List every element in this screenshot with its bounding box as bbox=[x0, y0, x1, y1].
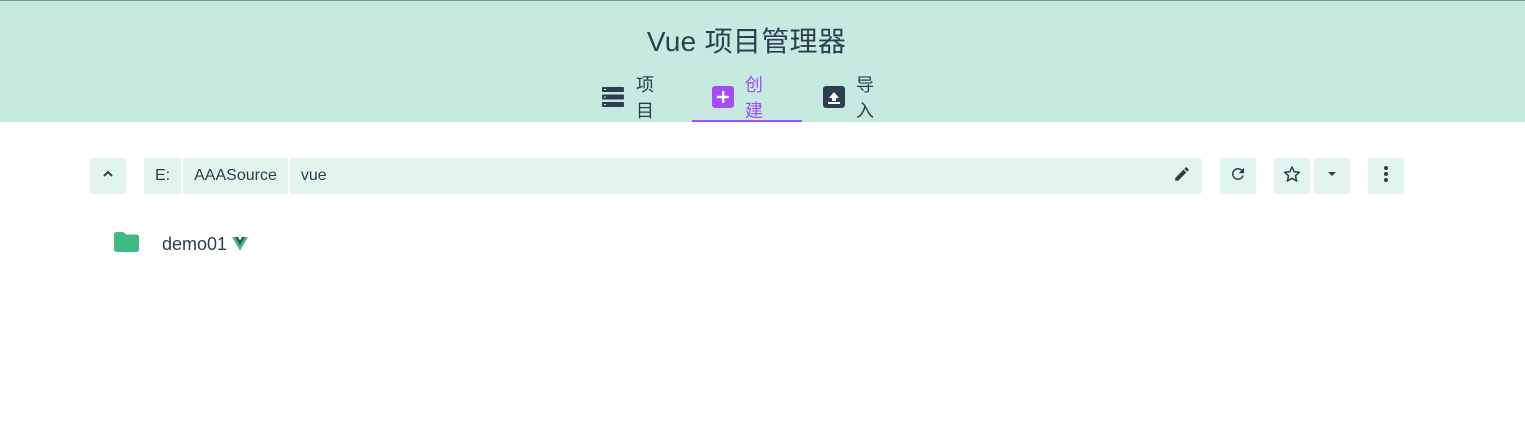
edit-path-button[interactable] bbox=[1170, 158, 1194, 194]
path-segment-drive[interactable]: E: bbox=[144, 158, 184, 194]
app-header: Vue 项目管理器 项目 创建 导入 bbox=[0, 0, 1525, 122]
chevron-up-icon bbox=[101, 167, 115, 186]
more-options-button[interactable] bbox=[1368, 158, 1404, 194]
caret-down-icon bbox=[1326, 167, 1338, 185]
path-segment-vue[interactable]: vue bbox=[290, 158, 1202, 194]
folder-item[interactable]: demo01 bbox=[114, 228, 249, 260]
star-outline-icon bbox=[1283, 165, 1301, 188]
refresh-icon bbox=[1229, 165, 1247, 188]
folder-icon bbox=[114, 231, 139, 257]
path-segment-aaasource[interactable]: AAASource bbox=[183, 158, 290, 194]
add-box-icon bbox=[712, 86, 734, 108]
tab-projects[interactable]: 项目 bbox=[601, 73, 654, 121]
folder-name: demo01 bbox=[162, 233, 228, 254]
more-vert-icon bbox=[1383, 165, 1389, 188]
vue-logo-icon bbox=[232, 236, 249, 256]
tab-import-label: 导入 bbox=[856, 75, 874, 121]
tab-projects-label: 项目 bbox=[636, 75, 654, 121]
tab-create[interactable]: 创建 bbox=[712, 73, 763, 121]
favorites-dropdown-button[interactable] bbox=[1314, 158, 1350, 194]
path-breadcrumb: E: AAASource vue bbox=[144, 158, 1202, 194]
list-icon bbox=[601, 86, 625, 108]
refresh-button[interactable] bbox=[1220, 158, 1256, 194]
tab-import[interactable]: 导入 bbox=[823, 73, 874, 121]
parent-folder-button[interactable] bbox=[90, 158, 126, 194]
active-tab-indicator bbox=[692, 120, 802, 122]
favorite-button[interactable] bbox=[1274, 158, 1310, 194]
tab-create-label: 创建 bbox=[745, 75, 763, 121]
page-title: Vue 项目管理器 bbox=[646, 26, 847, 57]
unarchive-icon bbox=[823, 86, 845, 108]
pencil-icon bbox=[1173, 165, 1191, 188]
